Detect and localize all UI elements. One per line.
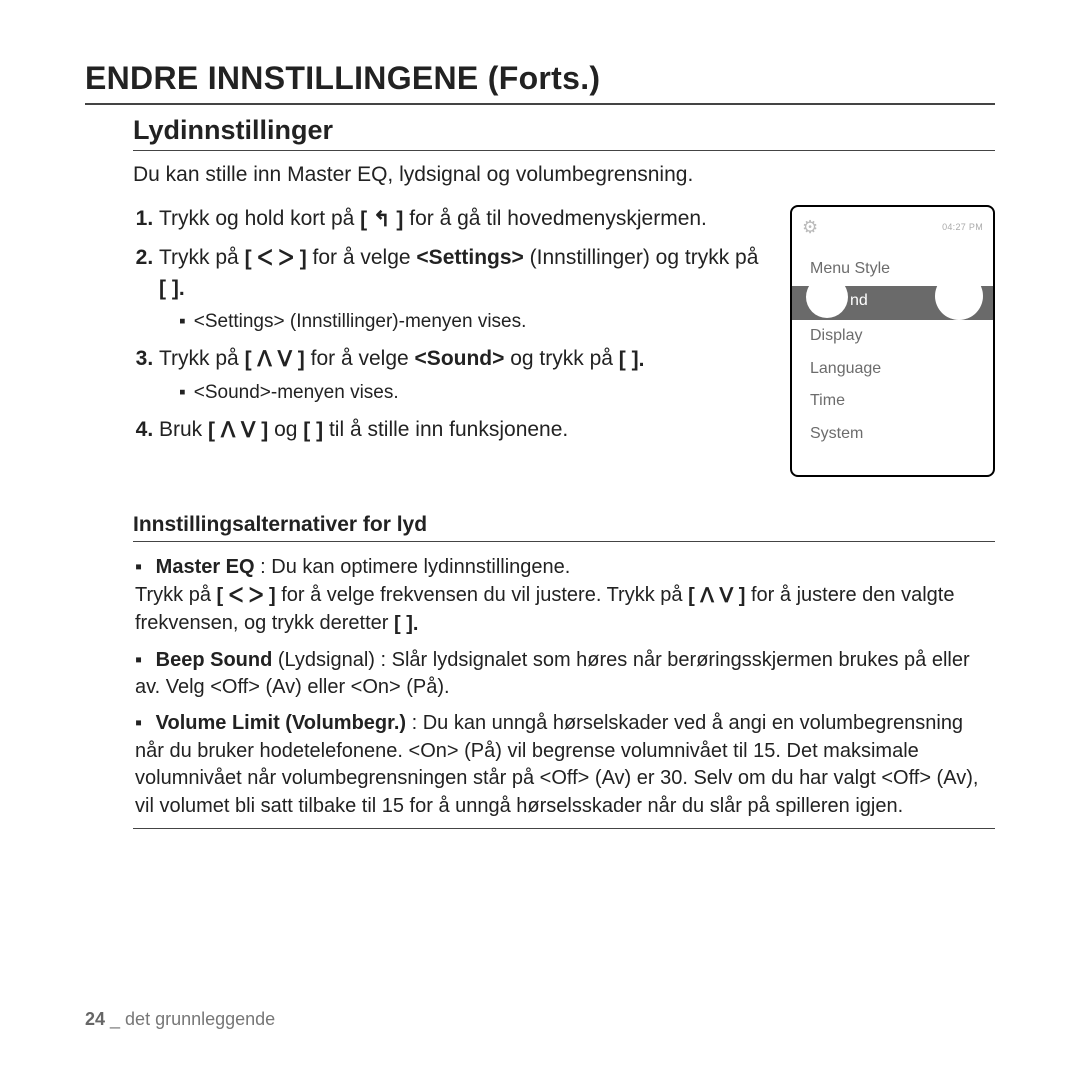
section-rule [133, 150, 995, 151]
menu-item-style: Menu Style [792, 253, 993, 286]
device-mockup: ⚙ 04:27 PM Menu Style nd Display Languag… [790, 205, 995, 477]
up-down-icon: [ ᐱ ᐯ ] [245, 346, 305, 374]
page-title: ENDRE INNSTILLINGENE (Forts.) [85, 60, 995, 97]
menu-item-language: Language [792, 353, 993, 386]
options-heading: Innstillingsalternativer for lyd [133, 513, 995, 537]
options-block: Master EQ : Du kan optimere lydinnstilli… [133, 554, 995, 820]
device-statusbar: ⚙ 04:27 PM [792, 215, 993, 239]
menu-item-system: System [792, 418, 993, 451]
left-right-icon: [ ᐸ ᐳ ] [245, 245, 307, 273]
step-list: Trykk og hold kort på [ ↰ ] for å gå til… [133, 205, 768, 445]
gear-icon: ⚙ [802, 217, 818, 238]
menu-item-display: Display [792, 320, 993, 353]
up-down-icon: [ ᐱ ᐯ ] [208, 417, 268, 445]
step-4: Bruk [ ᐱ ᐯ ] og [ ] til å stille inn fun… [159, 416, 768, 445]
section-heading: Lydinnstillinger [133, 115, 995, 146]
select-icon: [ ] [303, 417, 323, 445]
back-icon: [ ↰ ] [360, 206, 403, 234]
device-time: 04:27 PM [942, 222, 983, 232]
step-1: Trykk og hold kort på [ ↰ ] for å gå til… [159, 205, 768, 234]
options-list: Master EQ : Du kan optimere lydinnstilli… [133, 554, 995, 820]
menu-item-time: Time [792, 385, 993, 418]
step-2-sub: <Settings> (Innstillinger)-menyen vises. [159, 309, 768, 335]
option-master-eq: Master EQ : Du kan optimere lydinnstilli… [135, 554, 995, 639]
section-intro: Du kan stille inn Master EQ, lydsignal o… [133, 163, 995, 187]
device-menu: Menu Style nd Display Language Time Syst… [792, 253, 993, 451]
option-beep-sound: Beep Sound (Lydsignal) : Slår lydsignale… [135, 647, 995, 702]
step-3-sub: <Sound>-menyen vises. [159, 380, 768, 406]
page-number: 24 [85, 1009, 105, 1029]
content-block: Lydinnstillinger Du kan stille inn Maste… [133, 115, 995, 829]
two-column: Trykk og hold kort på [ ↰ ] for å gå til… [133, 205, 995, 477]
selection-bubble-right [935, 286, 983, 320]
left-right-icon: [ ᐸ ᐳ ] [217, 583, 276, 611]
select-icon: [ ]. [619, 346, 645, 374]
menu-item-sound: nd [792, 286, 993, 320]
page-footer: 24 _ det grunnleggende [85, 1009, 275, 1030]
select-icon: [ ]. [159, 275, 185, 303]
select-icon: [ ]. [394, 611, 418, 639]
steps-column: Trykk og hold kort på [ ↰ ] for å gå til… [133, 205, 768, 455]
title-rule [85, 103, 995, 105]
up-down-icon: [ ᐱ ᐯ ] [688, 583, 745, 611]
footer-section: det grunnleggende [125, 1009, 275, 1029]
selection-bubble-left [806, 286, 848, 318]
options-rule-top [133, 541, 995, 542]
step-3: Trykk på [ ᐱ ᐯ ] for å velge <Sound> og … [159, 345, 768, 406]
options-rule-bottom [133, 828, 995, 829]
step-2: Trykk på [ ᐸ ᐳ ] for å velge <Settings> … [159, 244, 768, 334]
manual-page: ENDRE INNSTILLINGENE (Forts.) Lydinnstil… [0, 0, 1080, 1080]
option-volume-limit: Volume Limit (Volumbegr.) : Du kan unngå… [135, 710, 995, 820]
